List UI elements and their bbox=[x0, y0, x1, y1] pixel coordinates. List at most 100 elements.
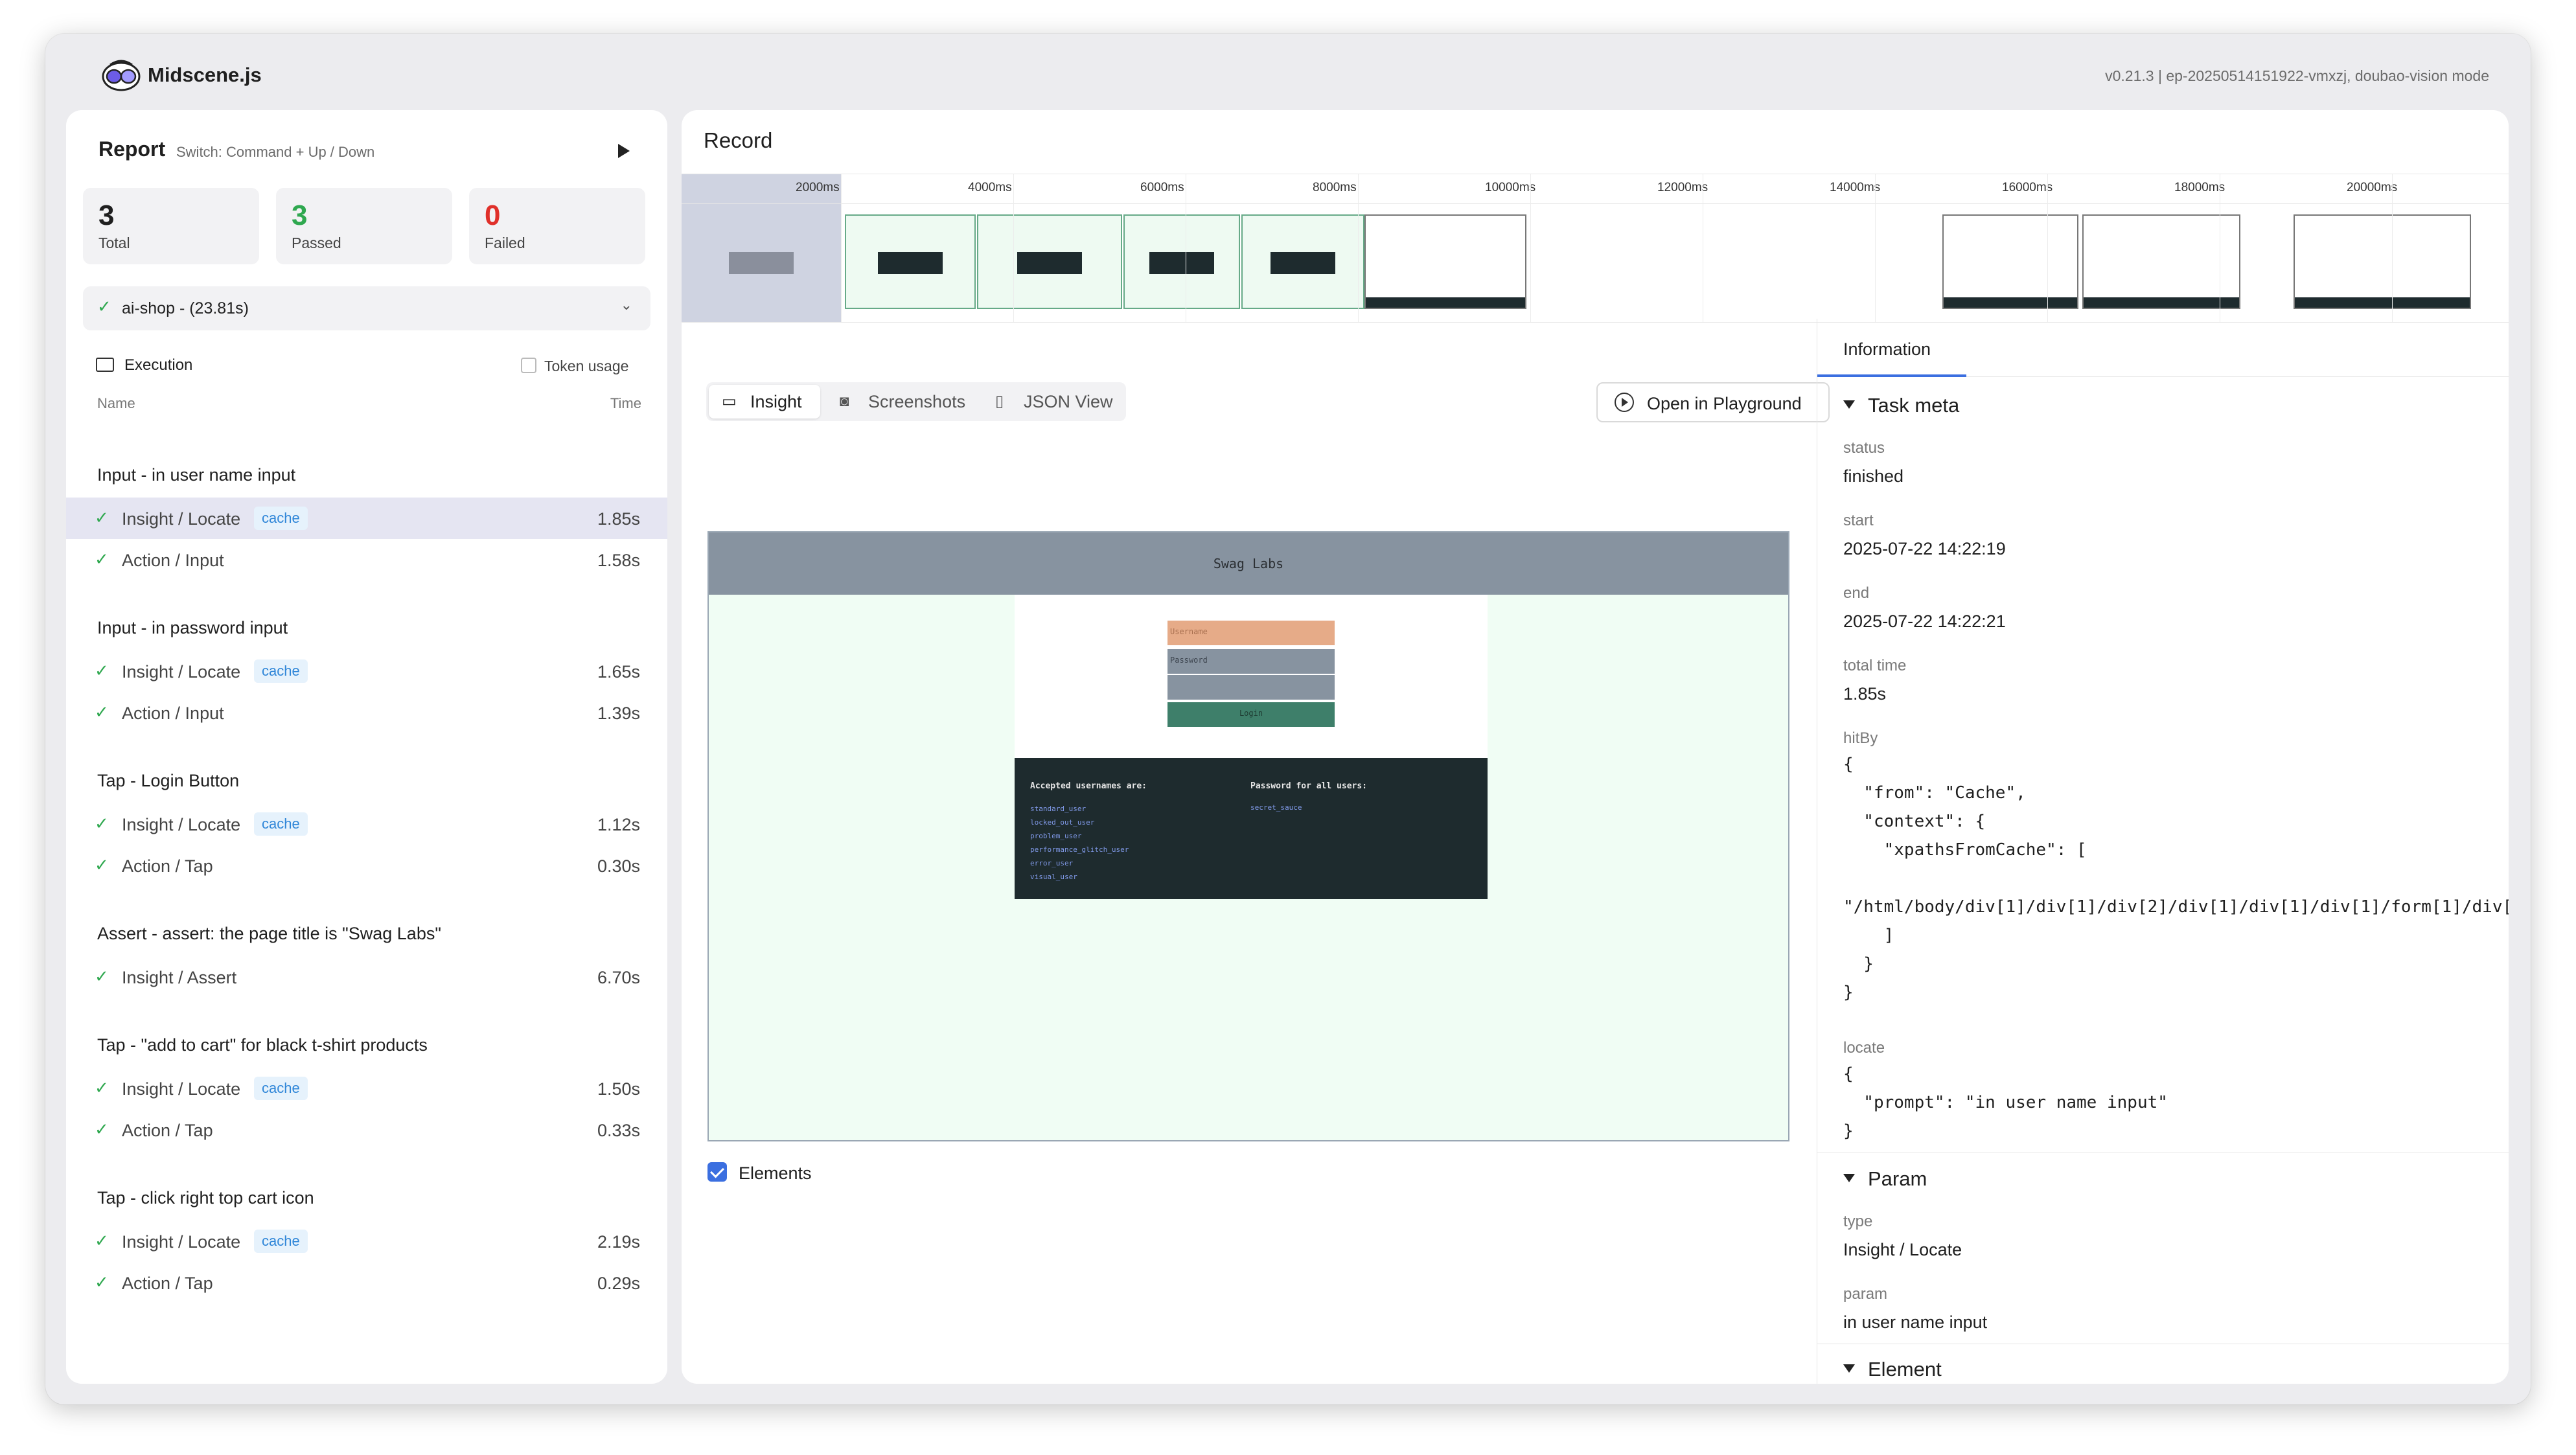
task-time: 2.19s bbox=[597, 1232, 640, 1252]
play-icon[interactable] bbox=[618, 144, 630, 158]
task-row[interactable]: ✓ Insight / Locate cache 1.50s bbox=[66, 1068, 667, 1109]
check-icon: ✓ bbox=[95, 1119, 109, 1139]
elements-checkbox[interactable] bbox=[707, 1162, 727, 1182]
check-icon: ✓ bbox=[97, 297, 111, 316]
suite-name: ai-shop - (23.81s) bbox=[122, 299, 249, 317]
task-row[interactable]: ✓ Action / Input 1.39s bbox=[66, 692, 667, 733]
app-window: Midscene.js v0.21.3 | ep-20250514151922-… bbox=[45, 34, 2531, 1404]
failed-count: 0 bbox=[485, 200, 501, 231]
param-section[interactable]: Param bbox=[1843, 1167, 1927, 1191]
token-usage-checkbox[interactable] bbox=[521, 358, 536, 373]
task-row[interactable]: ✓ Action / Tap 0.33s bbox=[66, 1109, 667, 1151]
hitby-value: { "from": "Cache", "context": { "xpathsF… bbox=[1843, 755, 2509, 1002]
tab-json-view[interactable]: ▯ JSON View bbox=[982, 385, 1121, 418]
task-time: 1.58s bbox=[597, 551, 640, 570]
timeline-frame[interactable] bbox=[2294, 214, 2471, 309]
timeline-tick: 10000ms bbox=[1485, 181, 1536, 194]
login-label: Login bbox=[1239, 709, 1263, 718]
top-bar: Midscene.js v0.21.3 | ep-20250514151922-… bbox=[45, 34, 2531, 106]
task-row[interactable]: ✓ Insight / Locate cache 2.19s bbox=[66, 1220, 667, 1262]
task-meta-section[interactable]: Task meta bbox=[1843, 394, 1959, 417]
timeline-frame[interactable] bbox=[1123, 214, 1240, 309]
accepted-heading: Accepted usernames are: bbox=[1030, 781, 1147, 791]
task-name: Action / Tap bbox=[122, 1121, 213, 1140]
version-info: v0.21.3 | ep-20250514151922-vmxzj, douba… bbox=[2105, 67, 2489, 84]
file-icon: ▯ bbox=[995, 393, 1004, 410]
check-icon: ✓ bbox=[95, 1231, 109, 1250]
timeline-tick: 2000ms bbox=[796, 181, 840, 194]
tab-insight[interactable]: ▭ Insight bbox=[709, 385, 820, 418]
timeline-tick: 16000ms bbox=[2002, 181, 2053, 194]
element-title: Element bbox=[1868, 1358, 1942, 1381]
username-item: visual_user bbox=[1030, 873, 1077, 881]
timeline-frame[interactable] bbox=[1364, 214, 1526, 309]
task-row[interactable]: ✓ Insight / Locate cache 1.65s bbox=[66, 650, 667, 692]
passed-label: Passed bbox=[292, 235, 341, 251]
timeline-ruler: 2000ms 4000ms 6000ms 8000ms 10000ms 12000ms 14… bbox=[682, 174, 2509, 204]
task-row[interactable]: ✓ Action / Input 1.58s bbox=[66, 539, 667, 580]
record-title: Record bbox=[704, 128, 773, 152]
check-icon: ✓ bbox=[95, 1272, 109, 1292]
total-label: Total bbox=[98, 235, 130, 251]
suite-select[interactable]: ✓ ai-shop - (23.81s) ⌄ bbox=[83, 286, 650, 330]
group-title: Input - in user name input bbox=[97, 465, 296, 485]
view-tabs: ▭ Insight ◙ Screenshots ▯ JSON View bbox=[706, 382, 1126, 421]
timeline-tick: 12000ms bbox=[1657, 181, 1708, 194]
locate-value: { "prompt": "in user name input" } bbox=[1843, 1064, 2168, 1141]
timeline-gridline bbox=[1530, 174, 1531, 322]
password-field[interactable]: Password bbox=[1167, 649, 1335, 674]
timeline-gridline bbox=[1875, 174, 1876, 322]
timeline-frame[interactable] bbox=[845, 214, 976, 309]
camera-icon: ◙ bbox=[840, 393, 849, 410]
group-title: Tap - "add to cart" for black t-shirt pr… bbox=[97, 1035, 428, 1055]
check-icon: ✓ bbox=[95, 508, 109, 527]
task-row[interactable]: ✓ Insight / Assert 6.70s bbox=[66, 956, 667, 998]
tab-information[interactable]: Information bbox=[1843, 339, 1931, 360]
username-placeholder: Username bbox=[1170, 627, 1208, 636]
swag-labs-header: Swag Labs bbox=[709, 533, 1788, 595]
login-button[interactable]: Login bbox=[1167, 702, 1335, 727]
tab-screenshots[interactable]: ◙ Screenshots bbox=[827, 385, 977, 418]
tab-screenshots-label: Screenshots bbox=[868, 392, 966, 411]
start-value: 2025-07-22 14:22:19 bbox=[1843, 539, 2006, 558]
timeline[interactable]: 2000ms 4000ms 6000ms 8000ms 10000ms 12000ms 14… bbox=[682, 174, 2509, 323]
credentials-box: Accepted usernames are: Password for all… bbox=[1015, 758, 1488, 899]
column-time: Time bbox=[610, 395, 641, 411]
task-row[interactable]: ✓ Action / Tap 0.30s bbox=[66, 845, 667, 886]
report-panel: Report Switch: Command + Up / Down 3 Tot… bbox=[66, 110, 667, 1384]
group-title: Tap - Login Button bbox=[97, 771, 240, 790]
password-value: secret_sauce bbox=[1250, 803, 1302, 812]
element-section[interactable]: Element bbox=[1843, 1358, 1942, 1381]
detail-panel: Record 2000ms 4000ms 6000ms 8000ms 10000ms 12… bbox=[682, 110, 2509, 1384]
tab-insight-label: Insight bbox=[750, 392, 802, 411]
cache-badge: cache bbox=[254, 812, 308, 836]
task-row[interactable]: ✓ Action / Tap 0.29s bbox=[66, 1262, 667, 1303]
param-value: in user name input bbox=[1843, 1312, 1988, 1332]
frame-content bbox=[2084, 297, 2239, 308]
username-item: problem_user bbox=[1030, 832, 1082, 840]
open-playground-label: Open in Playground bbox=[1647, 394, 1802, 413]
timeline-tick: 18000ms bbox=[2174, 181, 2225, 194]
task-time: 1.39s bbox=[597, 704, 640, 723]
total-time-value: 1.85s bbox=[1843, 684, 1887, 704]
task-name: Action / Input bbox=[122, 704, 224, 723]
timeline-gridline bbox=[2047, 174, 2048, 322]
start-key: start bbox=[1843, 512, 1874, 529]
timeline-frame[interactable] bbox=[977, 214, 1122, 309]
task-row[interactable]: ✓ Insight / Locate cache 1.85s bbox=[66, 498, 667, 539]
timeline-frame[interactable] bbox=[1942, 214, 2078, 309]
highlight-field bbox=[1167, 675, 1335, 700]
timeline-frame[interactable] bbox=[1241, 214, 1364, 309]
task-time: 1.12s bbox=[597, 815, 640, 834]
open-playground-button[interactable]: Open in Playground bbox=[1596, 382, 1830, 422]
frame-content bbox=[1017, 252, 1082, 274]
param-title: Param bbox=[1868, 1167, 1927, 1190]
task-row[interactable]: ✓ Insight / Locate cache 1.12s bbox=[66, 803, 667, 845]
timeline-frame[interactable] bbox=[682, 214, 841, 309]
frame-content bbox=[2295, 297, 2470, 308]
check-icon: ✓ bbox=[95, 855, 109, 875]
timeline-frame[interactable] bbox=[2082, 214, 2240, 309]
username-field[interactable]: Username bbox=[1167, 621, 1335, 645]
screenshot-preview[interactable]: Swag Labs Username Password Login Accept… bbox=[707, 531, 1789, 1141]
cache-badge: cache bbox=[254, 1230, 308, 1253]
